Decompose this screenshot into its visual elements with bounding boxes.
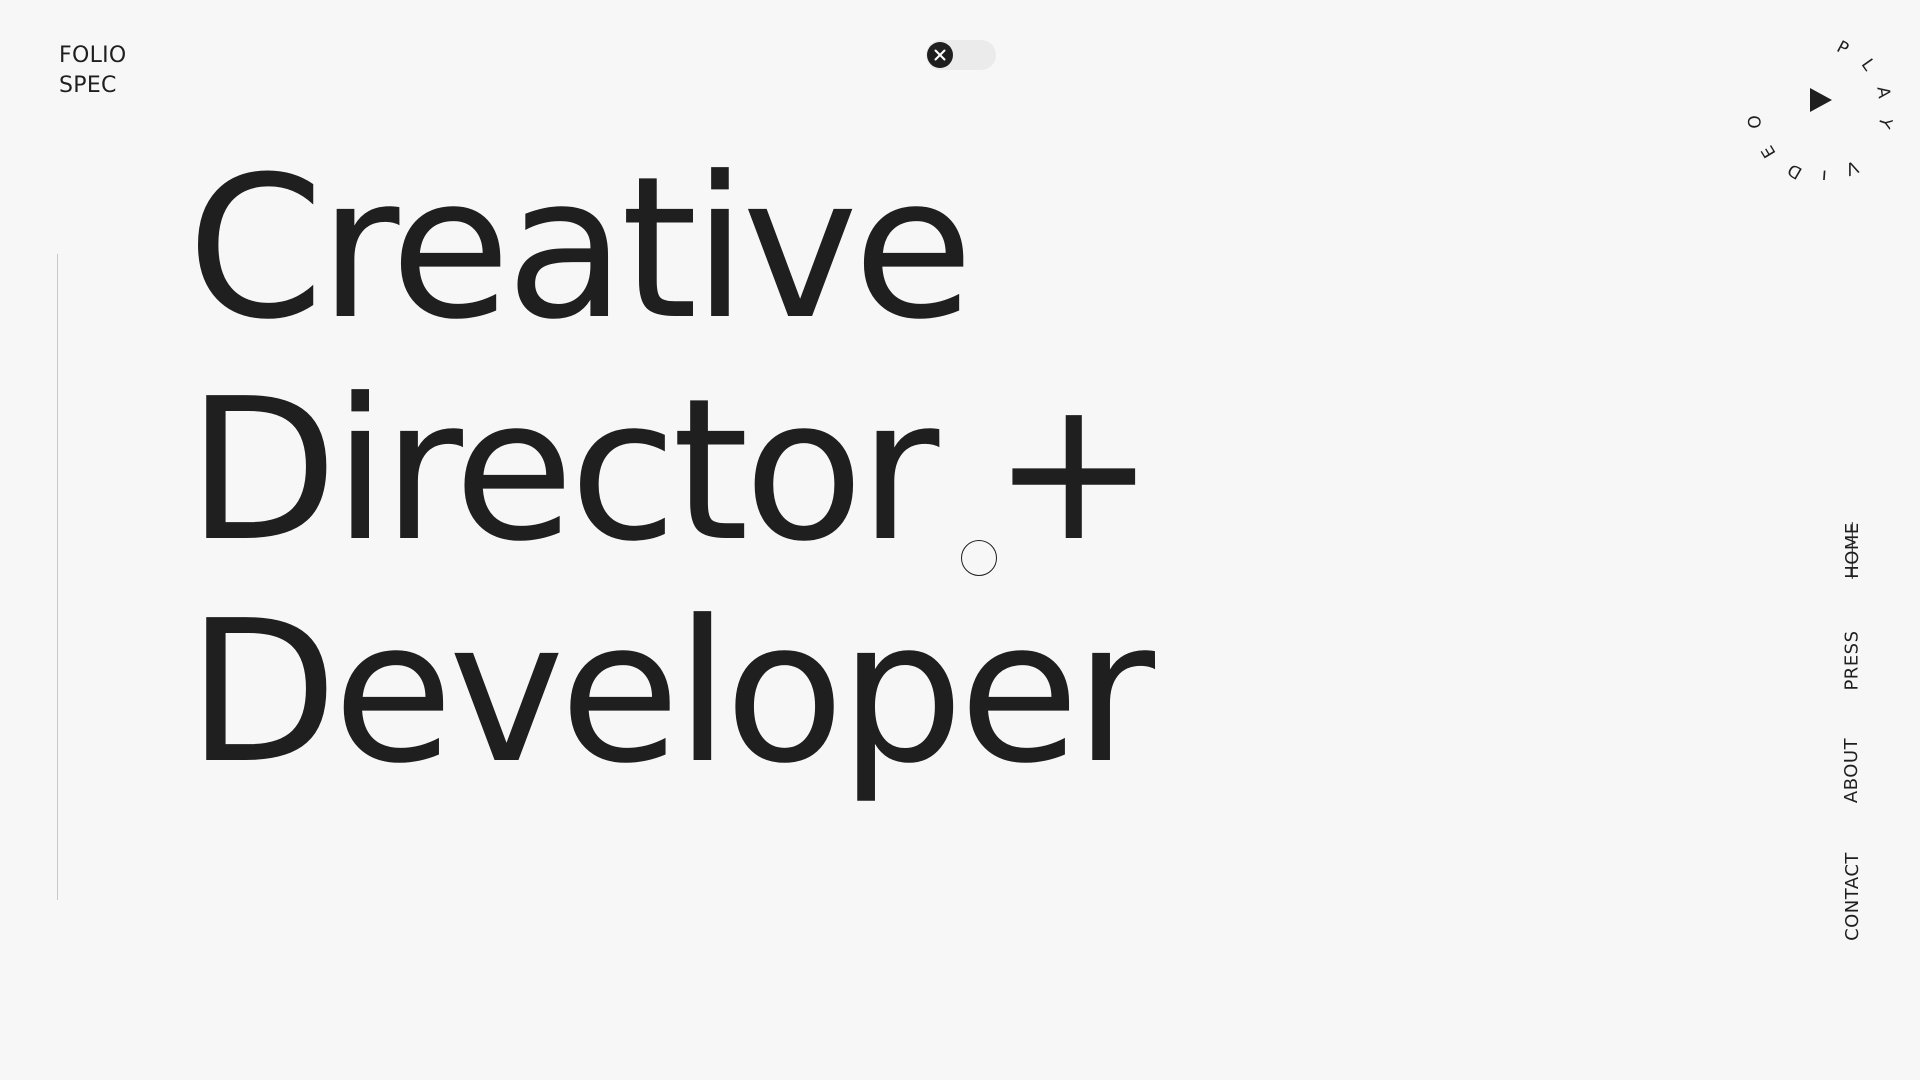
toggle-knob [927,42,953,68]
nav-label-about: ABOUT [1841,737,1863,803]
left-divider [57,254,58,900]
hero-line-2: Director + [187,357,1156,585]
hero-line-3: Developer [187,579,1155,807]
nav-item-contact[interactable]: CONTACT [1832,848,1872,944]
nav-item-about[interactable]: ABOUT [1832,735,1872,805]
logo-line-1: FOLIO [59,43,127,68]
nav-item-press[interactable]: PRESS [1832,630,1872,690]
site-logo[interactable]: FOLIO SPEC [59,41,127,101]
play-icon [1810,88,1832,112]
nav-item-home[interactable]: HOME [1832,520,1872,580]
play-video-button[interactable]: PLAY VIDEO [1730,20,1910,186]
close-icon [934,49,946,61]
play-video-badge: PLAY VIDEO [1744,37,1896,186]
nav-label-home: HOME [1841,521,1863,579]
logo-line-2: SPEC [59,73,117,98]
side-navigation: HOME PRESS ABOUT CONTACT [1832,0,1872,1080]
page: FOLIO SPEC PLAY VIDEO Creative Director … [0,0,1920,1080]
theme-toggle[interactable] [926,40,996,70]
nav-label-press: PRESS [1841,629,1863,691]
nav-label-contact: CONTACT [1841,851,1863,941]
hero-headline: Creative Director + Developer [187,135,1156,807]
hero-line-1: Creative [187,135,974,363]
badge-circular-text: PLAY VIDEO [1744,37,1896,180]
